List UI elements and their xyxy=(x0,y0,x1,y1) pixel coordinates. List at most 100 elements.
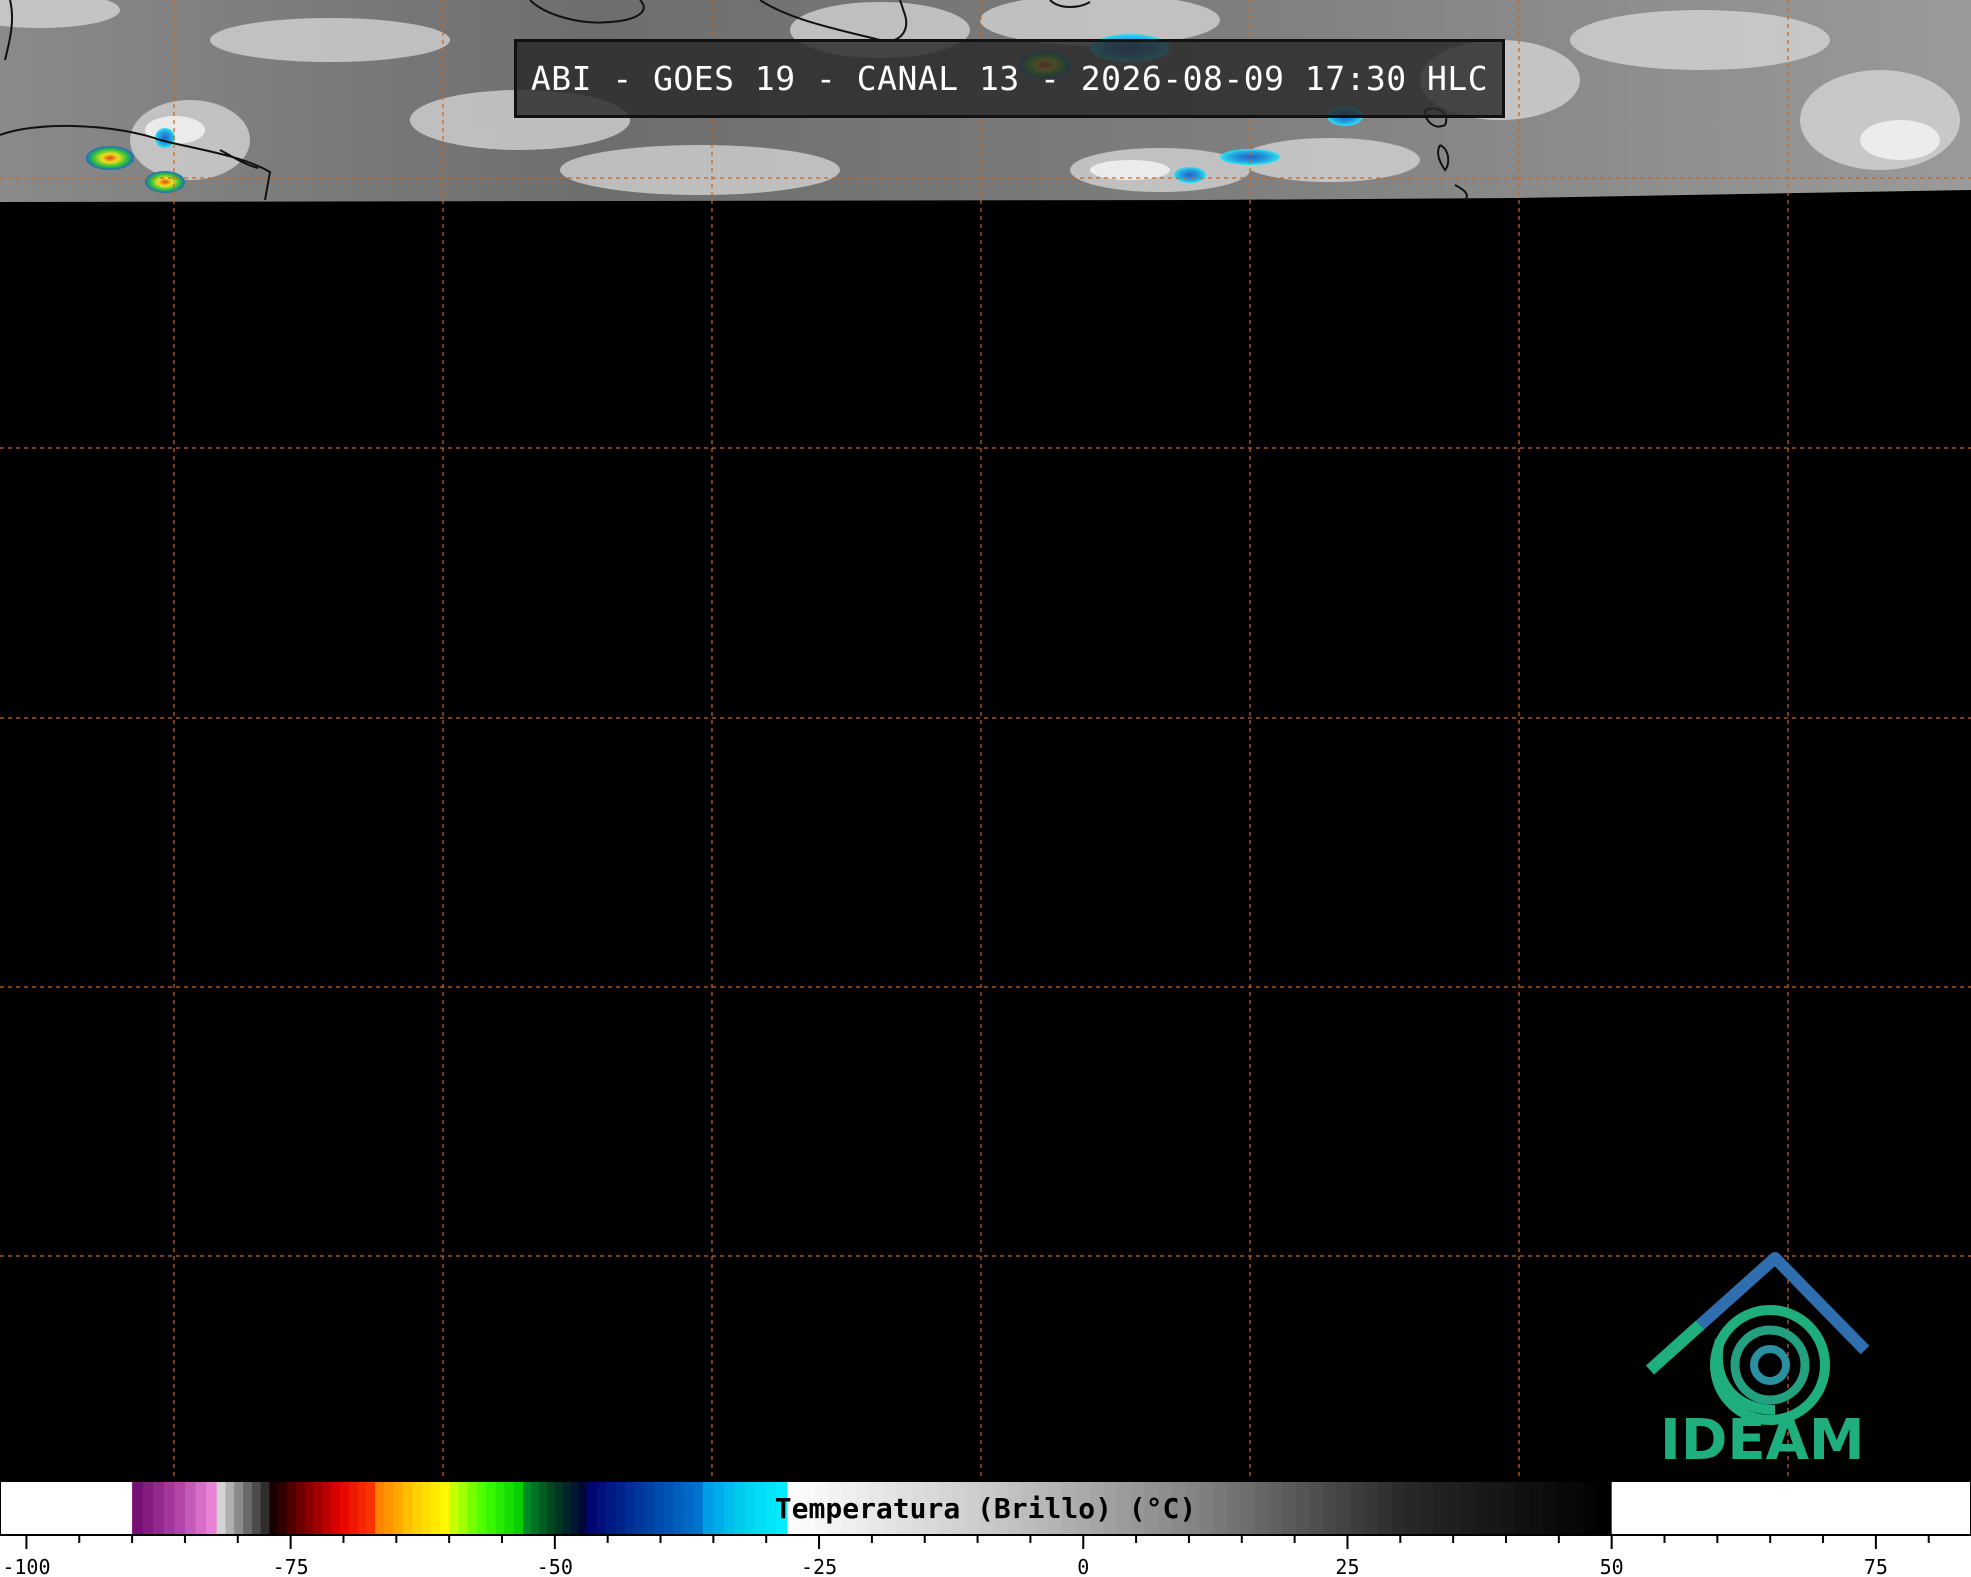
colorbar-segment xyxy=(538,1481,548,1535)
colorbar-segment xyxy=(605,1481,617,1535)
colorbar-segment xyxy=(1295,1481,1311,1535)
colorbar-segment xyxy=(1240,1481,1256,1535)
colorbar-segment xyxy=(554,1481,564,1535)
colorbar-segment xyxy=(357,1481,367,1535)
colorbar-segment xyxy=(801,1481,816,1535)
colorbar-segment xyxy=(1378,1481,1393,1535)
colorbar-segment xyxy=(702,1481,714,1535)
colorbar-segment xyxy=(495,1481,506,1535)
colorbar-segment xyxy=(596,1481,607,1535)
colorbar-segment xyxy=(828,1481,843,1535)
colorbar-tick-label: 75 xyxy=(1864,1555,1888,1577)
colorbar-segment xyxy=(339,1481,350,1535)
storm-cell xyxy=(1174,167,1206,183)
colorbar-segment xyxy=(546,1481,556,1535)
colorbar-segment xyxy=(965,1481,981,1535)
colorbar-segment xyxy=(1254,1481,1269,1535)
colorbar-segment xyxy=(206,1481,218,1535)
colorbar-segment xyxy=(313,1481,323,1535)
colorbar-segment xyxy=(195,1481,207,1535)
colorbar-segment xyxy=(449,1481,460,1535)
colorbar-segment xyxy=(1158,1481,1173,1535)
colorbar-segment xyxy=(897,1481,912,1535)
colorbar-segment xyxy=(476,1481,487,1535)
colorbar-segment xyxy=(1007,1481,1022,1535)
colorbar-segment xyxy=(375,1481,386,1535)
colorbar-segment xyxy=(486,1481,496,1535)
colorbar-segment xyxy=(625,1481,636,1535)
colorbar-segment xyxy=(683,1481,694,1535)
colorbar-segment xyxy=(163,1481,175,1535)
colorbar-segment xyxy=(430,1481,441,1535)
colorbar-segment xyxy=(393,1481,404,1535)
colorbar-segment xyxy=(1350,1481,1365,1535)
colorbar-segment xyxy=(384,1481,395,1535)
colorbar-segment xyxy=(1185,1481,1201,1535)
storm-cell xyxy=(86,146,134,170)
colorbar-segment xyxy=(366,1481,376,1535)
colorbar-segment xyxy=(615,1481,626,1535)
colorbar-segment xyxy=(883,1481,898,1535)
colorbar-segment xyxy=(693,1481,704,1535)
colorbar-segment xyxy=(993,1481,1008,1535)
colorbar-segment xyxy=(234,1481,244,1535)
colorbar-segment xyxy=(1364,1481,1379,1535)
colorbar-segment xyxy=(1446,1481,1462,1535)
colorbar-segment xyxy=(513,1481,524,1535)
colorbar-tick-label: 25 xyxy=(1335,1555,1359,1577)
colorbar-segment xyxy=(766,1481,778,1535)
colorbar-segment xyxy=(184,1481,197,1535)
colorbar-segment xyxy=(132,1481,144,1535)
colorbar-segment xyxy=(1419,1481,1434,1535)
colorbar-segment xyxy=(1226,1481,1242,1535)
colorbar-segment xyxy=(664,1481,675,1535)
colorbar-segment xyxy=(776,1481,788,1535)
colorbar-segment xyxy=(402,1481,413,1535)
ideam-logo-emblem xyxy=(1645,1252,1870,1425)
colorbar-segment xyxy=(1075,1481,1091,1535)
colorbar-segment xyxy=(1405,1481,1420,1535)
colorbar-segment xyxy=(1488,1481,1503,1535)
graticule xyxy=(0,0,1971,1478)
colorbar-segment xyxy=(1103,1481,1118,1535)
colorbar-segment xyxy=(1474,1481,1489,1535)
colorbar-segment xyxy=(331,1481,341,1535)
colorbar-tick-label: -25 xyxy=(801,1555,837,1577)
colorbar-segment xyxy=(644,1481,655,1535)
colorbar-segment xyxy=(979,1481,995,1535)
colorbar-segment xyxy=(1584,1481,1599,1535)
colorbar-segment xyxy=(1144,1481,1159,1535)
colorbar-tick-label: -75 xyxy=(273,1555,309,1577)
colorbar-segment xyxy=(586,1481,597,1535)
colorbar-segment xyxy=(1172,1481,1187,1535)
colorbar-segment xyxy=(673,1481,685,1535)
colorbar-segment xyxy=(1034,1481,1049,1535)
colorbar-segment xyxy=(745,1481,757,1535)
colorbar-segment xyxy=(654,1481,665,1535)
colorbar-segment xyxy=(869,1481,885,1535)
colorbar-segment xyxy=(287,1481,297,1535)
colorbar-tick-label: 0 xyxy=(1077,1555,1089,1577)
colorbar-segment xyxy=(251,1481,262,1535)
colorbar-segment xyxy=(295,1481,306,1535)
colorbar-segment xyxy=(578,1481,588,1535)
colorbar-tick-label: 50 xyxy=(1600,1555,1624,1577)
colorbar-segment xyxy=(243,1481,253,1535)
colorbar-segment xyxy=(322,1481,332,1535)
colorbar-segment xyxy=(634,1481,646,1535)
colorbar-segment xyxy=(1089,1481,1104,1535)
colorbar-segment xyxy=(504,1481,515,1535)
colorbar-segment xyxy=(412,1481,423,1535)
colorbar-segment xyxy=(856,1481,871,1535)
colorbar-segment xyxy=(439,1481,450,1535)
ideam-logo-text: IDEAM xyxy=(1660,1408,1865,1473)
colorbar-segment xyxy=(910,1481,926,1535)
colorbar-segment xyxy=(570,1481,580,1535)
colorbar-segment xyxy=(174,1481,186,1535)
colorbar-segment xyxy=(1323,1481,1338,1535)
satellite-map: -100 -75 -50 -25 0 25 50 75 xyxy=(0,0,1971,1577)
colorbar-segment xyxy=(1460,1481,1475,1535)
colorbar-segment xyxy=(952,1481,967,1535)
colorbar-segment xyxy=(1515,1481,1530,1535)
colorbar-segment xyxy=(1048,1481,1063,1535)
